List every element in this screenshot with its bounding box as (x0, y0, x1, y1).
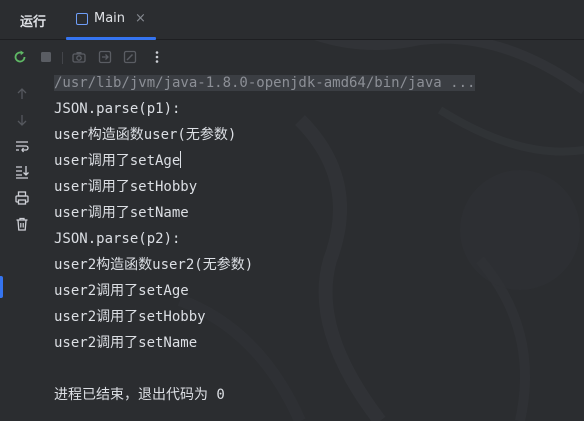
tab-label: Main (94, 11, 126, 26)
dump-threads-button[interactable] (70, 48, 88, 66)
scroll-to-end-icon (16, 166, 29, 179)
edit-config-button[interactable] (121, 48, 139, 66)
console-line: user2构造函数user2(无参数) (54, 257, 254, 273)
console-output[interactable]: /usr/lib/jvm/java-1.8.0-openjdk-amd64/bi… (54, 70, 584, 408)
rerun-icon (14, 50, 26, 63)
console-line: JSON.parse(p2): (54, 231, 181, 247)
print-button[interactable] (12, 188, 32, 208)
clear-all-button[interactable] (12, 214, 32, 234)
process-exit-message: 进程已结束，退出代码为 0 (54, 387, 225, 403)
scroll-up-icon (17, 88, 27, 99)
console-line: JSON.parse(p1): (54, 101, 181, 117)
trash-icon (16, 217, 28, 231)
soft-wrap-icon (16, 141, 29, 153)
print-icon (15, 191, 29, 205)
tab-bar: 运行 Main × (0, 0, 584, 40)
tool-window-title: 运行 (20, 15, 47, 30)
console-line: user2调用了setAge (54, 283, 189, 299)
command-text: /usr/lib/jvm/java-1.8.0-openjdk-amd64/bi… (54, 75, 476, 91)
console-line: user调用了setName (54, 205, 189, 221)
console-line-empty (54, 356, 584, 382)
scroll-down-icon (17, 115, 27, 126)
stop-button[interactable] (37, 48, 55, 66)
scroll-up-button[interactable] (12, 84, 32, 104)
more-options-button[interactable] (148, 48, 166, 66)
scroll-to-end-button[interactable] (12, 162, 32, 182)
console-line: user2调用了setName (54, 335, 198, 351)
console-sidebar (0, 74, 40, 421)
text-caret (180, 151, 182, 168)
rerun-button[interactable] (11, 48, 29, 66)
console-line: user2调用了setHobby (54, 309, 206, 325)
console-line: user调用了setHobby (54, 179, 198, 195)
more-options-icon (155, 51, 159, 63)
scroll-down-button[interactable] (12, 110, 32, 130)
console-line-with-caret: user调用了setAge (54, 148, 584, 174)
camera-icon (72, 52, 86, 63)
restore-layout-icon (98, 50, 112, 64)
console-line: user构造函数user(无参数) (54, 127, 237, 143)
restore-layout-button[interactable] (96, 48, 114, 66)
stop-icon (41, 52, 51, 62)
active-tool-indicator (0, 276, 3, 298)
edit-config-icon (123, 50, 137, 64)
console-command-line[interactable]: /usr/lib/jvm/java-1.8.0-openjdk-amd64/bi… (54, 70, 584, 96)
run-toolbar (0, 40, 584, 74)
toolbar-separator (62, 52, 63, 64)
soft-wrap-button[interactable] (12, 136, 32, 156)
tab-main[interactable]: Main × (66, 0, 156, 40)
run-config-icon (76, 13, 88, 25)
tab-close-icon[interactable]: × (135, 11, 146, 26)
run-tool-window: 运行 Main × /usr/lib/jvm/java-1.8.0-openjd… (0, 0, 584, 421)
console-line-text: user调用了setAge (54, 153, 181, 169)
